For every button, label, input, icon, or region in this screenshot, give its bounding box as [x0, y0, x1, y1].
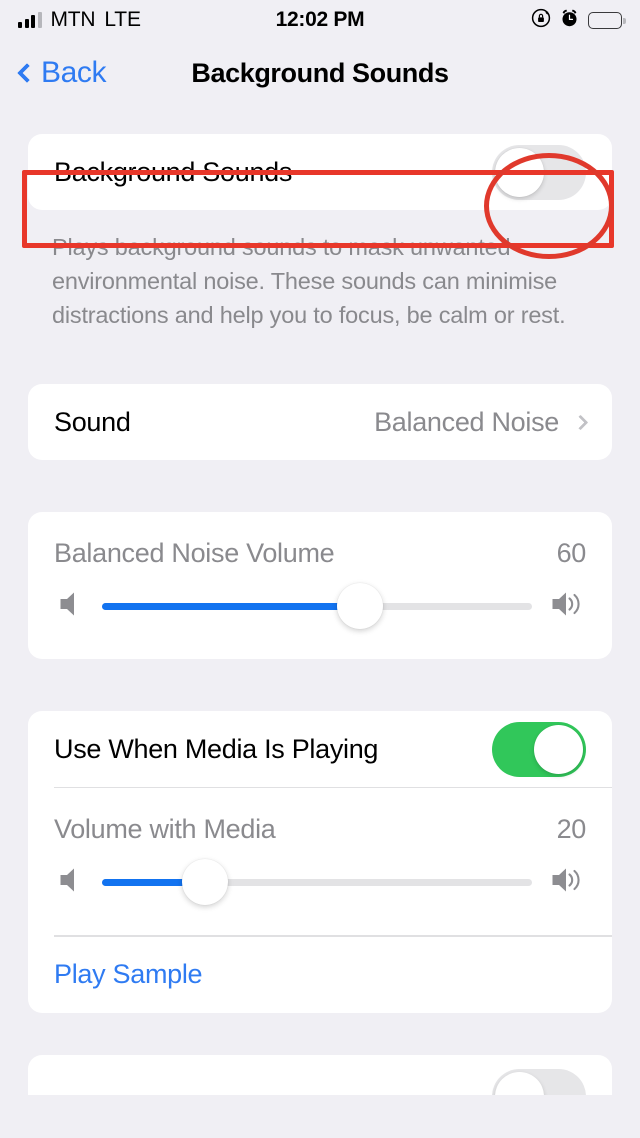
background-sounds-description: Plays background sounds to mask unwanted… [52, 234, 566, 328]
navigation-bar: Back Background Sounds [0, 40, 640, 106]
volume-with-media-label: Volume with Media [54, 814, 276, 845]
speaker-high-icon [546, 589, 586, 624]
balanced-noise-volume-block: Balanced Noise Volume 60 [28, 512, 612, 659]
status-bar: MTN LTE 12:02 PM [0, 0, 640, 40]
balanced-noise-volume-value: 60 [556, 538, 587, 568]
next-section-card-partial [28, 1054, 612, 1095]
back-button[interactable]: Back [16, 56, 107, 90]
toggle-knob [534, 724, 583, 774]
sound-card: Sound Balanced Noise [28, 384, 612, 460]
volume-with-media-value: 20 [556, 814, 587, 845]
balanced-noise-volume-card: Balanced Noise Volume 60 [28, 512, 612, 659]
balanced-noise-volume-label: Balanced Noise Volume [54, 538, 335, 568]
speaker-low-icon [54, 589, 88, 624]
slider-knob[interactable] [337, 583, 383, 629]
background-sounds-toggle[interactable] [492, 144, 586, 200]
volume-with-media-slider[interactable] [102, 859, 532, 906]
slider-knob[interactable] [182, 859, 229, 906]
balanced-noise-volume-slider-row [54, 583, 586, 629]
speaker-low-icon [54, 865, 88, 900]
chevron-right-icon [572, 414, 589, 430]
play-sample-label: Play Sample [54, 959, 203, 990]
status-bar-clock: 12:02 PM [275, 8, 365, 31]
background-sounds-card: Background Sounds [28, 134, 612, 210]
balanced-noise-volume-header: Balanced Noise Volume 60 [54, 538, 586, 569]
balanced-noise-volume-slider[interactable] [102, 583, 532, 629]
volume-with-media-header: Volume with Media 20 [54, 814, 586, 845]
volume-with-media-slider-row [54, 859, 586, 906]
next-section-toggle[interactable] [492, 1068, 586, 1095]
settings-content: Background Sounds Plays background sound… [0, 106, 640, 1055]
back-button-label: Back [41, 56, 107, 89]
use-when-media-toggle[interactable] [492, 721, 586, 777]
background-sounds-label: Background Sounds [54, 156, 293, 187]
chevron-left-icon [17, 63, 37, 83]
toggle-knob [495, 1071, 544, 1095]
sound-label: Sound [54, 406, 131, 437]
sound-row[interactable]: Sound Balanced Noise [28, 384, 612, 460]
toggle-knob [495, 147, 544, 197]
media-playback-card: Use When Media Is Playing Volume with Me… [28, 711, 612, 1013]
speaker-high-icon [546, 865, 586, 900]
slider-track-fill [102, 602, 360, 610]
sound-value: Balanced Noise [374, 406, 559, 437]
background-sounds-row[interactable]: Background Sounds [28, 134, 612, 210]
play-sample-row[interactable]: Play Sample [28, 937, 612, 1013]
battery-icon [588, 11, 626, 29]
use-when-media-label: Use When Media Is Playing [54, 733, 379, 764]
use-when-media-row[interactable]: Use When Media Is Playing [28, 711, 612, 787]
volume-with-media-block: Volume with Media 20 [28, 788, 612, 935]
